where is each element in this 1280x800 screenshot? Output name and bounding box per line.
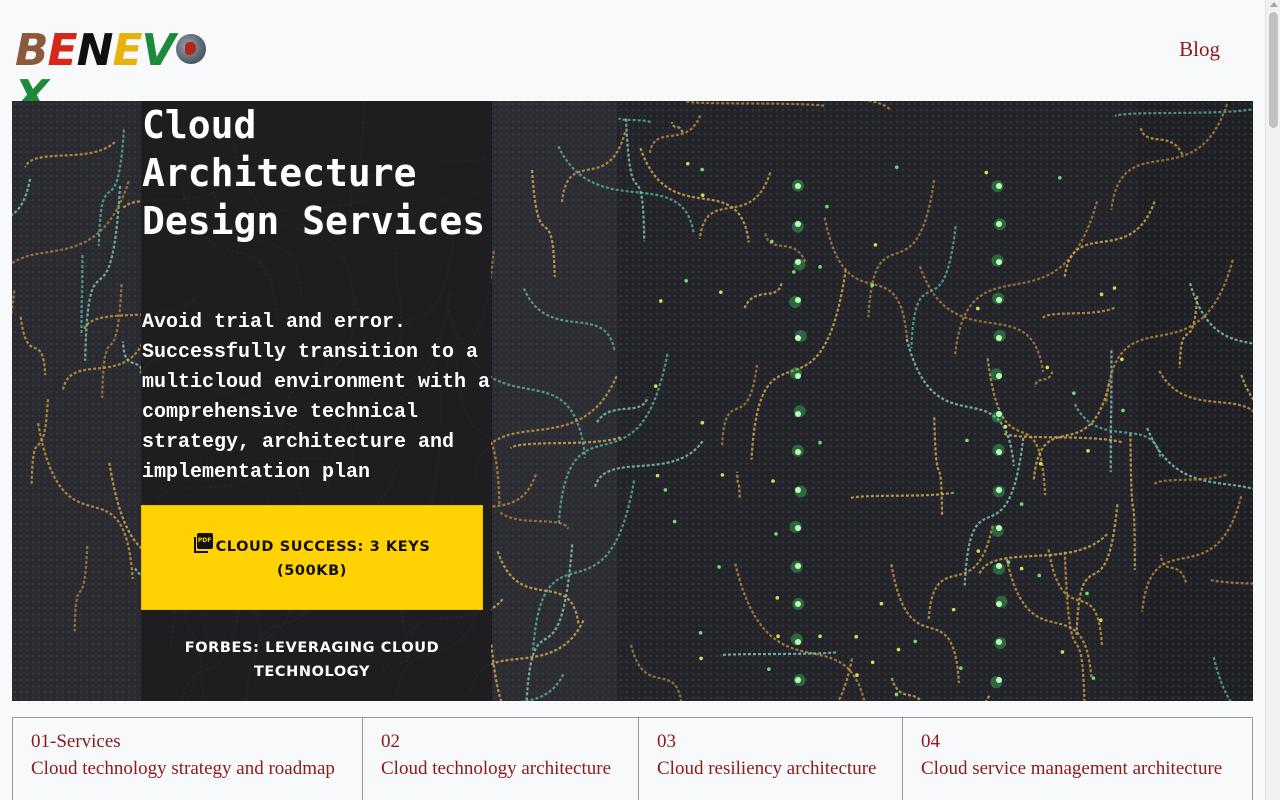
logo-letter: V (141, 25, 176, 76)
nav-blog-link[interactable]: Blog (1179, 37, 1220, 62)
service-title: Cloud technology architecture (381, 758, 612, 779)
service-number: 03 (657, 731, 676, 752)
benevox-logo[interactable]: BENEVX (15, 25, 211, 120)
service-number: 01-Services (31, 731, 121, 752)
pdf-icon: PDF (193, 532, 214, 553)
service-title: Cloud technology strategy and roadmap (31, 758, 335, 779)
service-card[interactable]: 01-Services Cloud technology strategy an… (12, 717, 363, 800)
service-title: Cloud resiliency architecture (657, 758, 877, 779)
globe-icon (175, 34, 206, 64)
service-card[interactable]: 04 Cloud service management architecture (903, 717, 1253, 800)
logo-letter: E (47, 25, 78, 76)
forbes-article-link[interactable]: FORBES: LEVERAGING CLOUD TECHNOLOGY (141, 636, 483, 684)
hero-section: Cloud Architecture Design Services Avoid… (12, 101, 1253, 701)
logo-letter: E (112, 25, 142, 76)
service-title: Cloud service management architecture (921, 758, 1223, 779)
hero-description: Avoid trial and error. Successfully tran… (142, 311, 491, 484)
page-scrollbar[interactable] (1265, 0, 1280, 800)
page-title: Cloud Architecture Design Services (142, 103, 486, 243)
service-card[interactable]: 03 Cloud resiliency architecture (639, 717, 903, 800)
scrollbar-thumb[interactable] (1269, 12, 1278, 128)
logo-letter: N (76, 25, 114, 76)
service-number: 04 (921, 731, 940, 752)
logo-letter: B (15, 25, 49, 76)
service-card[interactable]: 02 Cloud technology architecture (363, 717, 639, 800)
download-pdf-label: CLOUD SUCCESS: 3 KEYS (500KB) (215, 538, 431, 579)
service-number: 02 (381, 731, 400, 752)
services-row: 01-Services Cloud technology strategy an… (12, 717, 1253, 800)
download-pdf-button[interactable]: PDF CLOUD SUCCESS: 3 KEYS (500KB) (141, 505, 483, 610)
scroll-up-arrow-icon[interactable] (1270, 2, 1278, 7)
site-header: BENEVX Blog (0, 0, 1265, 120)
